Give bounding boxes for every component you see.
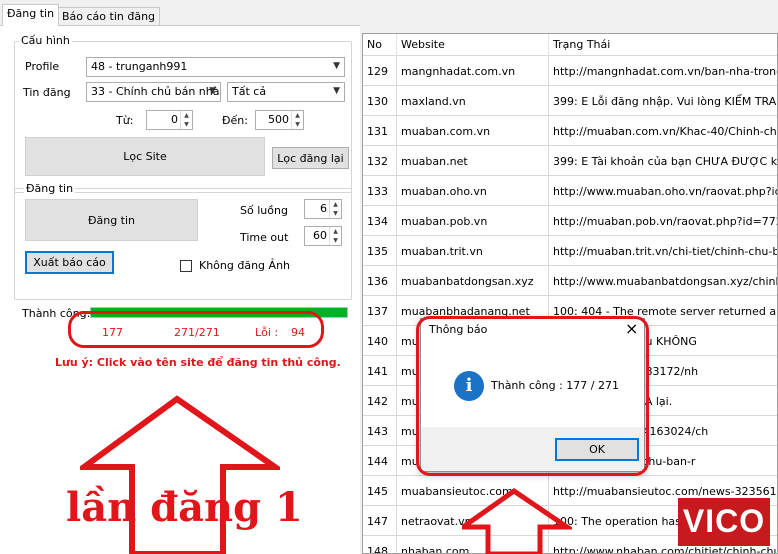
tab-dang-tin[interactable]: Đăng tin [2,4,60,26]
cell-status: 399: E Lỗi đăng nhập. Vui lòng KIỂM TRA … [549,86,777,116]
from-label: Từ: [116,114,134,127]
cell-no: 136 [363,266,397,296]
up-arrow-annotation-small [462,487,572,554]
threads-spinner[interactable]: 6 ▲ ▼ [304,199,342,219]
no-image-label: Không đăng Ảnh [199,259,291,272]
cell-website[interactable]: muaban.com.vn [397,116,549,146]
column-header-website[interactable]: Website [397,34,549,56]
profile-label: Profile [25,60,60,73]
dialog-highlight-circle [416,316,649,476]
chevron-down-icon: ▼ [333,86,340,96]
cell-status: http://muaban.com.vn/Khac-40/Chinh-chu-b… [549,116,777,146]
spinner-arrows-icon[interactable]: ▲ ▼ [180,111,192,129]
vico-logo: VICO [678,498,770,546]
table-row[interactable]: 131 muaban.com.vn http://muaban.com.vn/Kha… [363,116,777,146]
timeout-spinner[interactable]: 60 ▲ ▼ [304,226,342,246]
chevron-down-icon: ▼ [333,61,340,71]
result-highlight-circle [68,311,324,348]
cell-no: 148 [363,536,397,553]
table-row[interactable]: 136 muabanbatdongsan.xyz http://www.muaban… [363,266,777,296]
to-spinner[interactable]: 500 ▲ ▼ [255,110,304,130]
cell-website[interactable]: maxland.vn [397,86,549,116]
from-value: 0 [171,113,178,126]
spinner-arrows-icon[interactable]: ▲ ▼ [329,227,341,245]
cell-no: 143 [363,416,397,446]
grid-header: No Website Trạng Thái [363,34,777,56]
manual-post-note: Lưu ý: Click vào tên site để đăng tin th… [55,356,341,369]
cell-status: 399: E Tài khoản của bạn CHƯA ĐƯỢC kích … [549,146,777,176]
cell-website[interactable]: muaban.net [397,146,549,176]
cell-website[interactable]: muaban.trit.vn [397,236,549,266]
cell-no: 147 [363,506,397,536]
cell-website[interactable]: muaban.pob.vn [397,206,549,236]
cell-status: http://www.muaban.oho.vn/raovat.php?id=8… [549,176,777,206]
cell-status: http://mangnhadat.com.vn/ban-nha-trong-n… [549,56,777,86]
cell-website[interactable]: muabanbatdongsan.xyz [397,266,549,296]
cell-no: 135 [363,236,397,266]
no-image-checkbox[interactable] [180,260,192,272]
export-report-button[interactable]: Xuất báo cáo [25,251,114,274]
post-button[interactable]: Đăng tin [25,199,198,241]
cell-no: 131 [363,116,397,146]
table-row[interactable]: 134 muaban.pob.vn http://muaban.pob.vn/rao… [363,206,777,236]
cell-no: 137 [363,296,397,326]
table-row[interactable]: 130 maxland.vn 399: E Lỗi đăng nhập. Vui l… [363,86,777,116]
cell-status: http://www.muabanbatdongsan.xyz/chinh-ch… [549,266,777,296]
tindang-select-value: 33 - Chính chủ bán nhà [91,85,220,98]
config-group-title: Cấu hình [19,34,72,47]
threads-label: Số luồng [240,204,288,217]
profile-select-value: 48 - trunganh991 [91,60,188,73]
filter-site-button[interactable]: Lọc Site [25,137,265,176]
tab-bao-cao[interactable]: Báo cáo tin đăng [57,7,161,26]
cell-no: 129 [363,56,397,86]
column-header-no[interactable]: No [363,34,397,56]
timeout-value: 60 [313,229,327,242]
tindang-label: Tin đăng [23,86,71,99]
spinner-arrows-icon[interactable]: ▲ ▼ [291,111,303,129]
refilter-button[interactable]: Lọc đăng lại [272,147,349,169]
post-group-title: Đăng tin [24,182,76,195]
column-header-status[interactable]: Trạng Thái [549,34,777,56]
cell-no: 140 [363,326,397,356]
tab-bar: Đăng tin Báo cáo tin đăng [0,0,778,26]
filter-select[interactable]: Tất cả ▼ [227,82,345,102]
table-row[interactable]: 129 mangnhadat.com.vn http://mangnhadat.co… [363,56,777,86]
table-row[interactable]: 135 muaban.trit.vn http://muaban.trit.vn/c… [363,236,777,266]
profile-select[interactable]: 48 - trunganh991 ▼ [86,57,345,77]
filter-select-value: Tất cả [232,85,267,98]
tindang-select[interactable]: 33 - Chính chủ bán nhà ▼ [86,82,221,102]
cell-no: 144 [363,446,397,476]
cell-website[interactable]: mangnhadat.com.vn [397,56,549,86]
cell-no: 134 [363,206,397,236]
to-value: 500 [268,113,289,126]
cell-status: http://muaban.pob.vn/raovat.php?id=77251… [549,206,777,236]
cell-no: 133 [363,176,397,206]
cell-no: 145 [363,476,397,506]
threads-value: 6 [320,202,327,215]
cell-no: 141 [363,356,397,386]
spinner-arrows-icon[interactable]: ▲ ▼ [329,200,341,218]
to-label: Đến: [222,114,248,127]
cell-no: 142 [363,386,397,416]
table-row[interactable]: 133 muaban.oho.vn http://www.muaban.oho.vn… [363,176,777,206]
cell-website[interactable]: muaban.oho.vn [397,176,549,206]
cell-status: http://muaban.trit.vn/chi-tiet/chinh-chu… [549,236,777,266]
handwritten-caption: lần đăng 1 [66,484,303,531]
cell-no: 132 [363,146,397,176]
cell-no: 130 [363,86,397,116]
chevron-down-icon: ▼ [209,86,216,96]
from-spinner[interactable]: 0 ▲ ▼ [146,110,193,130]
timeout-label: Time out [240,231,289,244]
table-row[interactable]: 132 muaban.net 399: E Tài khoản của bạn CH… [363,146,777,176]
